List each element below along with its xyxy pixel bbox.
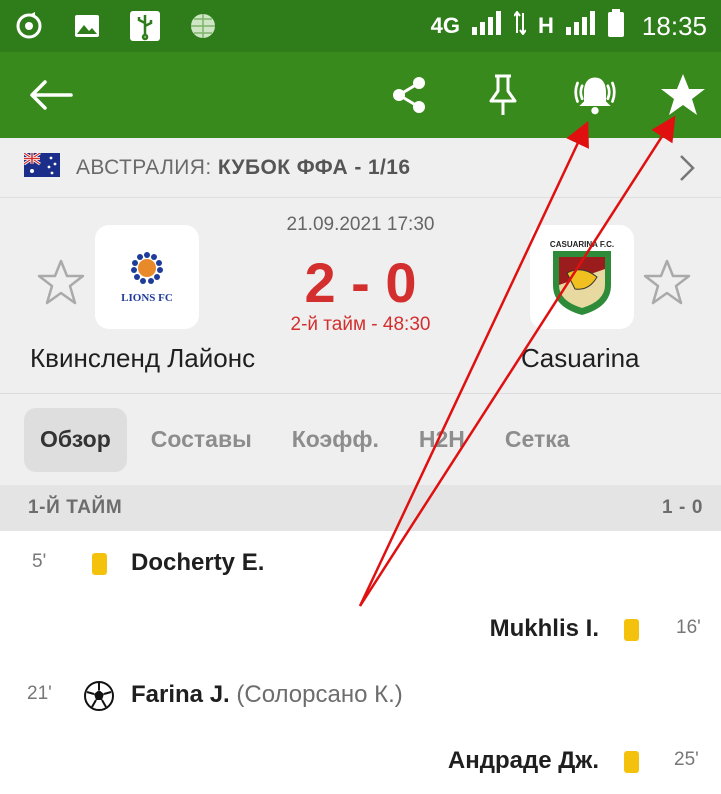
- event-row[interactable]: Mukhlis I. 16': [0, 597, 721, 663]
- app-bar: [0, 52, 721, 138]
- event-assist: (Солорсано К.): [236, 681, 403, 708]
- battery-icon: [607, 8, 624, 44]
- clock: 18:35: [641, 10, 707, 41]
- signal-icon: [472, 10, 502, 42]
- back-arrow-icon[interactable]: [28, 72, 74, 118]
- signal-icon-2: [565, 10, 596, 42]
- chevron-right-icon[interactable]: [679, 154, 695, 187]
- network-type-2: H: [538, 13, 554, 38]
- goal-ball-icon: [84, 681, 114, 718]
- status-bar: 4G H 18:35: [0, 0, 721, 52]
- tab-lineups[interactable]: Составы: [131, 408, 272, 472]
- data-arrows-icon: [513, 9, 527, 42]
- yellow-card-icon: [624, 751, 639, 773]
- event-scorer: Farina J.: [131, 681, 230, 708]
- tab-bracket[interactable]: Сетка: [485, 408, 590, 472]
- event-minute: 16': [676, 617, 701, 638]
- event-minute: 25': [674, 749, 699, 770]
- network-type-1: 4G: [430, 13, 461, 38]
- event-row[interactable]: 21' Farina J. (Солорсано К.): [0, 663, 721, 729]
- competition-name: КУБОК ФФА - 1/16: [217, 155, 411, 179]
- event-minute: 21': [27, 683, 52, 704]
- competition-country: АВСТРАЛИЯ:: [76, 155, 212, 179]
- section-title: 1-Й ТАЙМ: [28, 497, 123, 518]
- yellow-card-icon: [624, 619, 639, 641]
- home-team-name[interactable]: Квинсленд Лайонс: [30, 343, 255, 374]
- star-icon[interactable]: [660, 72, 706, 118]
- match-header: LIONS FC Квинсленд Лайонс 21.09.2021 17:…: [0, 198, 721, 393]
- globe-icon: [188, 11, 218, 41]
- event-player: Андраде Дж.: [447, 747, 599, 774]
- competition-bar[interactable]: АВСТРАЛИЯ: КУБОК ФФА - 1/16: [0, 138, 721, 198]
- favorite-away-star-icon[interactable]: [642, 258, 692, 311]
- australia-flag-icon: [23, 151, 60, 182]
- event-minute: 5': [32, 551, 47, 572]
- tab-bar: Обзор Составы Коэфф. H2H Сетка: [0, 393, 721, 485]
- away-logo-text: CASUARINA F.C.: [550, 240, 614, 249]
- competition-title: АВСТРАЛИЯ: КУБОК ФФА - 1/16: [76, 156, 410, 180]
- bell-icon[interactable]: [572, 72, 618, 118]
- away-team-logo[interactable]: CASUARINA F.C.: [530, 225, 634, 329]
- usb-icon: [130, 11, 160, 41]
- tab-overview[interactable]: Обзор: [24, 407, 127, 472]
- event-row[interactable]: Андраде Дж. 25': [0, 729, 721, 794]
- pin-icon[interactable]: [480, 72, 526, 118]
- event-player: Farina J. (Солорсано К.): [131, 681, 403, 709]
- away-team-name[interactable]: Casuarina: [521, 343, 640, 374]
- event-row[interactable]: 5' Docherty E.: [0, 531, 721, 597]
- tab-h2h[interactable]: H2H: [399, 408, 485, 472]
- tab-odds[interactable]: Коэфф.: [272, 408, 399, 472]
- yellow-card-icon: [92, 553, 107, 575]
- section-header: 1-Й ТАЙМ 1 - 0: [0, 485, 721, 531]
- event-player: Docherty E.: [131, 549, 265, 576]
- section-score: 1 - 0: [661, 497, 703, 518]
- image-icon: [72, 11, 102, 41]
- share-icon[interactable]: [386, 72, 432, 118]
- event-player: Mukhlis I.: [489, 615, 599, 642]
- sync-icon: [14, 11, 44, 41]
